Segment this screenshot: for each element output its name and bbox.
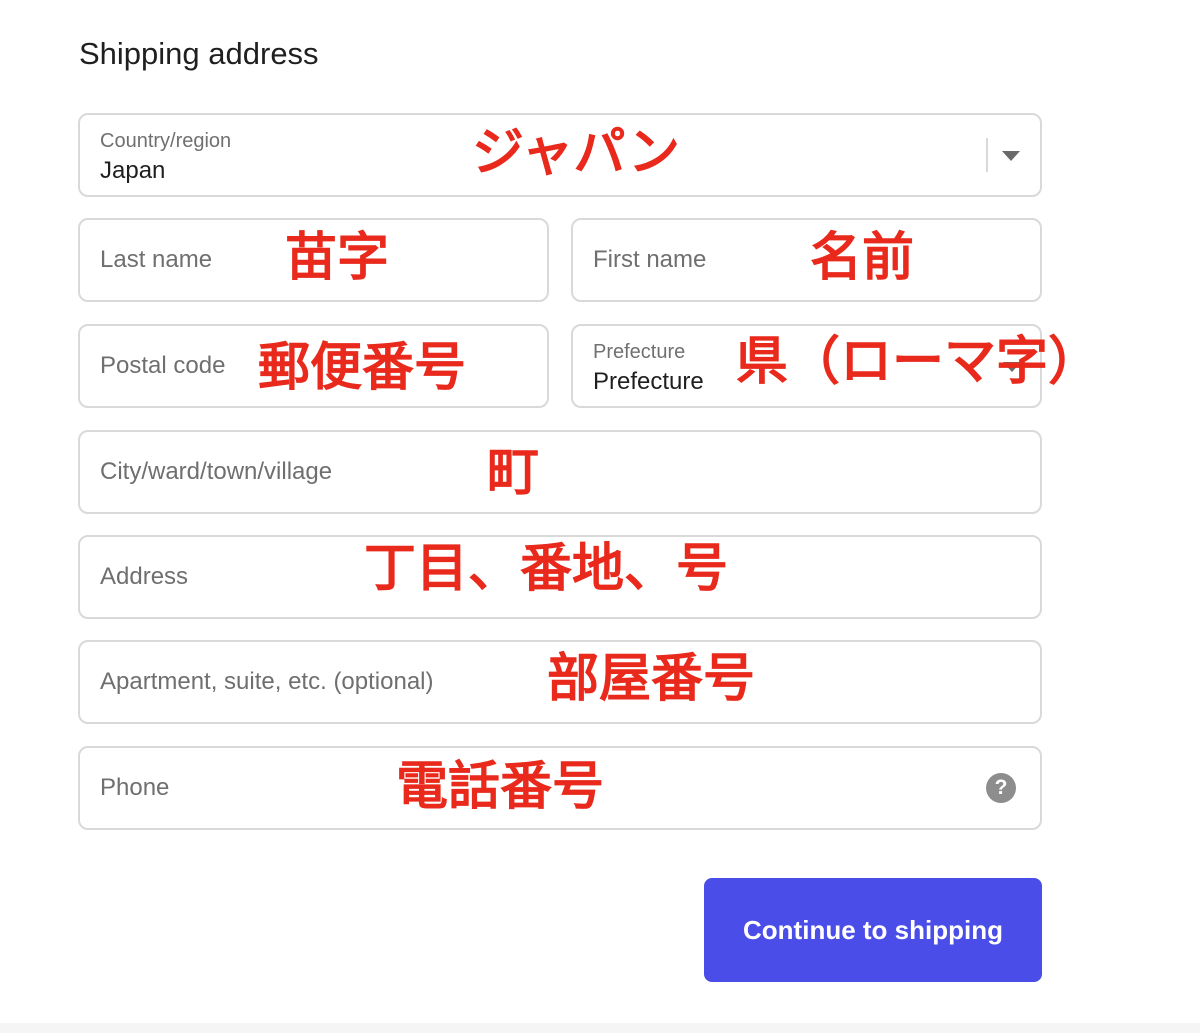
continue-to-shipping-button[interactable]: Continue to shipping	[704, 878, 1042, 982]
first-name-field[interactable]: First name	[571, 218, 1042, 302]
chevron-down-icon[interactable]	[1002, 151, 1020, 161]
phone-placeholder: Phone	[100, 774, 170, 801]
select-divider	[986, 138, 988, 172]
annotation-first-name: 名前	[810, 228, 915, 288]
last-name-placeholder: Last name	[100, 246, 213, 273]
first-name-placeholder: First name	[593, 246, 707, 273]
bottom-strip	[0, 1023, 1200, 1033]
annotation-address: 丁目、番地、号	[364, 539, 729, 599]
annotation-country: ジャパン	[472, 123, 681, 183]
prefecture-value: Prefecture	[593, 368, 704, 395]
annotation-prefecture: 県（ローマ字）	[736, 332, 1101, 392]
annotation-apartment: 部屋番号	[547, 649, 756, 709]
annotation-phone: 電話番号	[396, 757, 605, 817]
apartment-placeholder: Apartment, suite, etc. (optional)	[100, 668, 434, 695]
annotation-city: 町	[487, 443, 540, 503]
city-placeholder: City/ward/town/village	[100, 458, 333, 485]
section-title: Shipping address	[79, 36, 319, 71]
annotation-last-name: 苗字	[285, 228, 390, 288]
address-placeholder: Address	[100, 563, 189, 590]
postal-code-placeholder: Postal code	[100, 352, 226, 379]
city-field[interactable]: City/ward/town/village	[78, 430, 1042, 514]
shipping-address-page: Shipping address Country/region Japan La…	[0, 0, 1200, 1033]
prefecture-label: Prefecture	[593, 341, 686, 363]
country-label: Country/region	[100, 130, 232, 152]
question-circle-icon[interactable]: ?	[986, 773, 1016, 803]
annotation-postal-code: 郵便番号	[258, 338, 467, 398]
country-value: Japan	[100, 157, 166, 184]
